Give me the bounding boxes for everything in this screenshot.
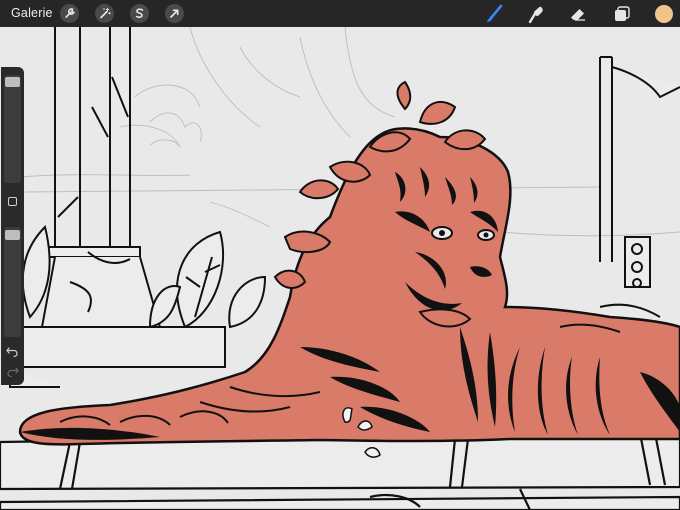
opacity-knob[interactable] <box>5 230 20 240</box>
undo-icon[interactable] <box>5 343 20 358</box>
modify-square-icon[interactable] <box>8 197 17 206</box>
left-sidebar <box>1 67 24 385</box>
layers-icon[interactable] <box>611 3 633 25</box>
selection-icon[interactable] <box>130 4 149 23</box>
drawing-canvas[interactable] <box>0 27 680 510</box>
gallery-button[interactable]: Galerie <box>11 6 53 20</box>
top-toolbar: Galerie <box>0 0 680 27</box>
brush-icon[interactable] <box>483 3 505 25</box>
brush-size-knob[interactable] <box>5 77 20 87</box>
magic-wand-icon[interactable] <box>95 4 114 23</box>
opacity-slider[interactable] <box>4 227 21 337</box>
artwork <box>0 27 680 510</box>
brush-size-slider[interactable] <box>4 75 21 183</box>
color-picker-swatch[interactable] <box>655 5 673 23</box>
transform-icon[interactable] <box>165 4 184 23</box>
smudge-icon[interactable] <box>525 3 547 25</box>
eraser-icon[interactable] <box>567 3 589 25</box>
redo-icon[interactable] <box>5 363 20 378</box>
wrench-icon[interactable] <box>60 4 79 23</box>
